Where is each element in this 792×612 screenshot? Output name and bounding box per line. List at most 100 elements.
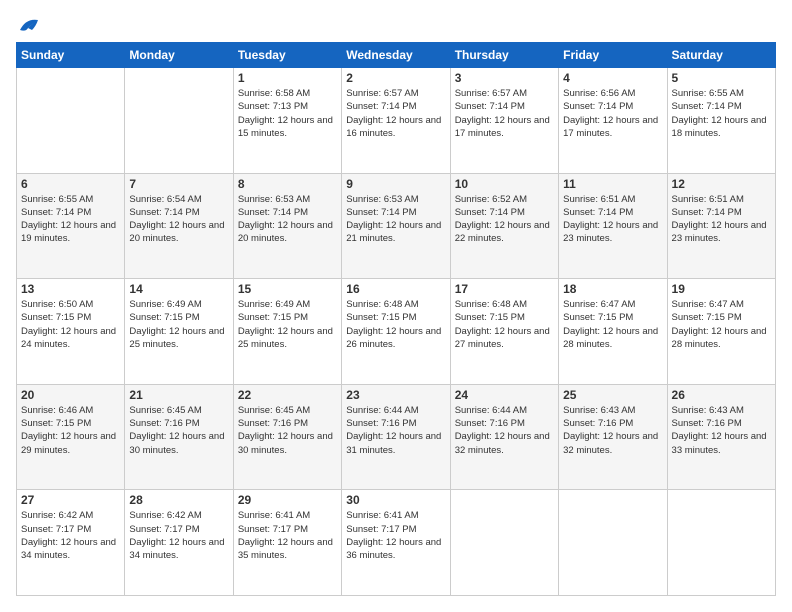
- calendar-cell: 5Sunrise: 6:55 AM Sunset: 7:14 PM Daylig…: [667, 68, 775, 174]
- day-info: Sunrise: 6:48 AM Sunset: 7:15 PM Dayligh…: [346, 298, 445, 351]
- day-info: Sunrise: 6:56 AM Sunset: 7:14 PM Dayligh…: [563, 87, 662, 140]
- calendar-cell: 3 Sunrise: 6:57 AM Sunset: 7:14 PM Daylig…: [450, 68, 558, 174]
- day-info: Sunrise: 6:51 AM Sunset: 7:14 PM Dayligh…: [563, 193, 662, 246]
- day-info: Sunrise: 6:49 AM Sunset: 7:15 PM Dayligh…: [129, 298, 228, 351]
- day-info: Sunrise: 6:42 AM Sunset: 7:17 PM Dayligh…: [21, 509, 120, 562]
- day-info: Sunrise: 6:43 AM Sunset: 7:16 PM Dayligh…: [672, 404, 771, 457]
- calendar-cell: 1 Sunrise: 6:58 AM Sunset: 7:13 PM Daylig…: [233, 68, 341, 174]
- calendar-cell: 20 Sunrise: 6:46 AM Sunset: 7:15 PM Dayli…: [17, 384, 125, 490]
- day-number: 30: [346, 493, 445, 507]
- day-info: Sunrise: 6:57 AM Sunset: 7:14 PM Dayligh…: [455, 87, 554, 140]
- calendar-cell: 18Sunrise: 6:47 AM Sunset: 7:15 PM Dayli…: [559, 279, 667, 385]
- calendar-cell: 30 Sunrise: 6:41 AM Sunset: 7:17 PM Dayli…: [342, 490, 450, 596]
- header: [16, 16, 776, 30]
- day-number: 24: [455, 388, 554, 402]
- day-of-week-header: Tuesday: [233, 43, 341, 68]
- calendar-week-row: 6 Sunrise: 6:55 AM Sunset: 7:14 PM Daylig…: [17, 173, 776, 279]
- calendar-cell: [667, 490, 775, 596]
- calendar-cell: 19 Sunrise: 6:47 AM Sunset: 7:15 PM Dayli…: [667, 279, 775, 385]
- calendar-cell: 7 Sunrise: 6:54 AM Sunset: 7:14 PM Daylig…: [125, 173, 233, 279]
- logo-bird-icon: [18, 16, 40, 34]
- day-number: 25: [563, 388, 662, 402]
- calendar-week-row: 20 Sunrise: 6:46 AM Sunset: 7:15 PM Dayli…: [17, 384, 776, 490]
- day-of-week-header: Sunday: [17, 43, 125, 68]
- page: SundayMondayTuesdayWednesdayThursdayFrid…: [0, 0, 792, 612]
- day-number: 1: [238, 71, 337, 85]
- day-info: Sunrise: 6:55 AM Sunset: 7:14 PM Dayligh…: [21, 193, 120, 246]
- calendar-cell: [559, 490, 667, 596]
- day-of-week-header: Saturday: [667, 43, 775, 68]
- calendar-cell: 16 Sunrise: 6:48 AM Sunset: 7:15 PM Dayli…: [342, 279, 450, 385]
- day-of-week-header: Thursday: [450, 43, 558, 68]
- calendar-cell: 10Sunrise: 6:52 AM Sunset: 7:14 PM Dayli…: [450, 173, 558, 279]
- day-number: 15: [238, 282, 337, 296]
- calendar-cell: 14 Sunrise: 6:49 AM Sunset: 7:15 PM Dayli…: [125, 279, 233, 385]
- calendar-week-row: 1 Sunrise: 6:58 AM Sunset: 7:13 PM Daylig…: [17, 68, 776, 174]
- calendar-cell: 26 Sunrise: 6:43 AM Sunset: 7:16 PM Dayli…: [667, 384, 775, 490]
- calendar-cell: 24 Sunrise: 6:44 AM Sunset: 7:16 PM Dayli…: [450, 384, 558, 490]
- day-info: Sunrise: 6:54 AM Sunset: 7:14 PM Dayligh…: [129, 193, 228, 246]
- day-info: Sunrise: 6:45 AM Sunset: 7:16 PM Dayligh…: [238, 404, 337, 457]
- day-number: 3: [455, 71, 554, 85]
- day-number: 12: [672, 177, 771, 191]
- day-number: 16: [346, 282, 445, 296]
- day-number: 18: [563, 282, 662, 296]
- day-of-week-header: Monday: [125, 43, 233, 68]
- day-info: Sunrise: 6:44 AM Sunset: 7:16 PM Dayligh…: [455, 404, 554, 457]
- calendar-cell: 27Sunrise: 6:42 AM Sunset: 7:17 PM Dayli…: [17, 490, 125, 596]
- day-number: 13: [21, 282, 120, 296]
- calendar-cell: 13 Sunrise: 6:50 AM Sunset: 7:15 PM Dayli…: [17, 279, 125, 385]
- day-info: Sunrise: 6:41 AM Sunset: 7:17 PM Dayligh…: [346, 509, 445, 562]
- day-number: 5: [672, 71, 771, 85]
- calendar-cell: 28Sunrise: 6:42 AM Sunset: 7:17 PM Dayli…: [125, 490, 233, 596]
- day-number: 21: [129, 388, 228, 402]
- day-number: 29: [238, 493, 337, 507]
- day-number: 19: [672, 282, 771, 296]
- calendar-cell: 6 Sunrise: 6:55 AM Sunset: 7:14 PM Daylig…: [17, 173, 125, 279]
- calendar-table: SundayMondayTuesdayWednesdayThursdayFrid…: [16, 42, 776, 596]
- calendar-cell: 2 Sunrise: 6:57 AM Sunset: 7:14 PM Daylig…: [342, 68, 450, 174]
- calendar-cell: 23 Sunrise: 6:44 AM Sunset: 7:16 PM Dayli…: [342, 384, 450, 490]
- calendar-cell: 11 Sunrise: 6:51 AM Sunset: 7:14 PM Dayli…: [559, 173, 667, 279]
- day-number: 14: [129, 282, 228, 296]
- day-of-week-header: Friday: [559, 43, 667, 68]
- day-info: Sunrise: 6:44 AM Sunset: 7:16 PM Dayligh…: [346, 404, 445, 457]
- day-info: Sunrise: 6:48 AM Sunset: 7:15 PM Dayligh…: [455, 298, 554, 351]
- day-number: 6: [21, 177, 120, 191]
- day-info: Sunrise: 6:50 AM Sunset: 7:15 PM Dayligh…: [21, 298, 120, 351]
- calendar-header-row: SundayMondayTuesdayWednesdayThursdayFrid…: [17, 43, 776, 68]
- day-info: Sunrise: 6:51 AM Sunset: 7:14 PM Dayligh…: [672, 193, 771, 246]
- calendar-cell: [17, 68, 125, 174]
- day-number: 8: [238, 177, 337, 191]
- day-number: 9: [346, 177, 445, 191]
- day-info: Sunrise: 6:47 AM Sunset: 7:15 PM Dayligh…: [672, 298, 771, 351]
- calendar-cell: [125, 68, 233, 174]
- day-info: Sunrise: 6:58 AM Sunset: 7:13 PM Dayligh…: [238, 87, 337, 140]
- calendar-cell: 22 Sunrise: 6:45 AM Sunset: 7:16 PM Dayli…: [233, 384, 341, 490]
- day-number: 2: [346, 71, 445, 85]
- day-info: Sunrise: 6:45 AM Sunset: 7:16 PM Dayligh…: [129, 404, 228, 457]
- day-info: Sunrise: 6:53 AM Sunset: 7:14 PM Dayligh…: [238, 193, 337, 246]
- day-info: Sunrise: 6:43 AM Sunset: 7:16 PM Dayligh…: [563, 404, 662, 457]
- day-number: 10: [455, 177, 554, 191]
- day-number: 23: [346, 388, 445, 402]
- day-number: 26: [672, 388, 771, 402]
- day-info: Sunrise: 6:46 AM Sunset: 7:15 PM Dayligh…: [21, 404, 120, 457]
- calendar-week-row: 13 Sunrise: 6:50 AM Sunset: 7:15 PM Dayli…: [17, 279, 776, 385]
- day-info: Sunrise: 6:57 AM Sunset: 7:14 PM Dayligh…: [346, 87, 445, 140]
- day-number: 4: [563, 71, 662, 85]
- day-info: Sunrise: 6:42 AM Sunset: 7:17 PM Dayligh…: [129, 509, 228, 562]
- calendar-cell: 12 Sunrise: 6:51 AM Sunset: 7:14 PM Dayli…: [667, 173, 775, 279]
- calendar-week-row: 27Sunrise: 6:42 AM Sunset: 7:17 PM Dayli…: [17, 490, 776, 596]
- calendar-cell: 4 Sunrise: 6:56 AM Sunset: 7:14 PM Daylig…: [559, 68, 667, 174]
- calendar-cell: 25 Sunrise: 6:43 AM Sunset: 7:16 PM Dayli…: [559, 384, 667, 490]
- day-number: 11: [563, 177, 662, 191]
- day-number: 7: [129, 177, 228, 191]
- day-number: 22: [238, 388, 337, 402]
- day-number: 20: [21, 388, 120, 402]
- calendar-cell: 29Sunrise: 6:41 AM Sunset: 7:17 PM Dayli…: [233, 490, 341, 596]
- calendar-cell: 17Sunrise: 6:48 AM Sunset: 7:15 PM Dayli…: [450, 279, 558, 385]
- day-info: Sunrise: 6:49 AM Sunset: 7:15 PM Dayligh…: [238, 298, 337, 351]
- calendar-cell: 9Sunrise: 6:53 AM Sunset: 7:14 PM Daylig…: [342, 173, 450, 279]
- calendar-cell: 21 Sunrise: 6:45 AM Sunset: 7:16 PM Dayli…: [125, 384, 233, 490]
